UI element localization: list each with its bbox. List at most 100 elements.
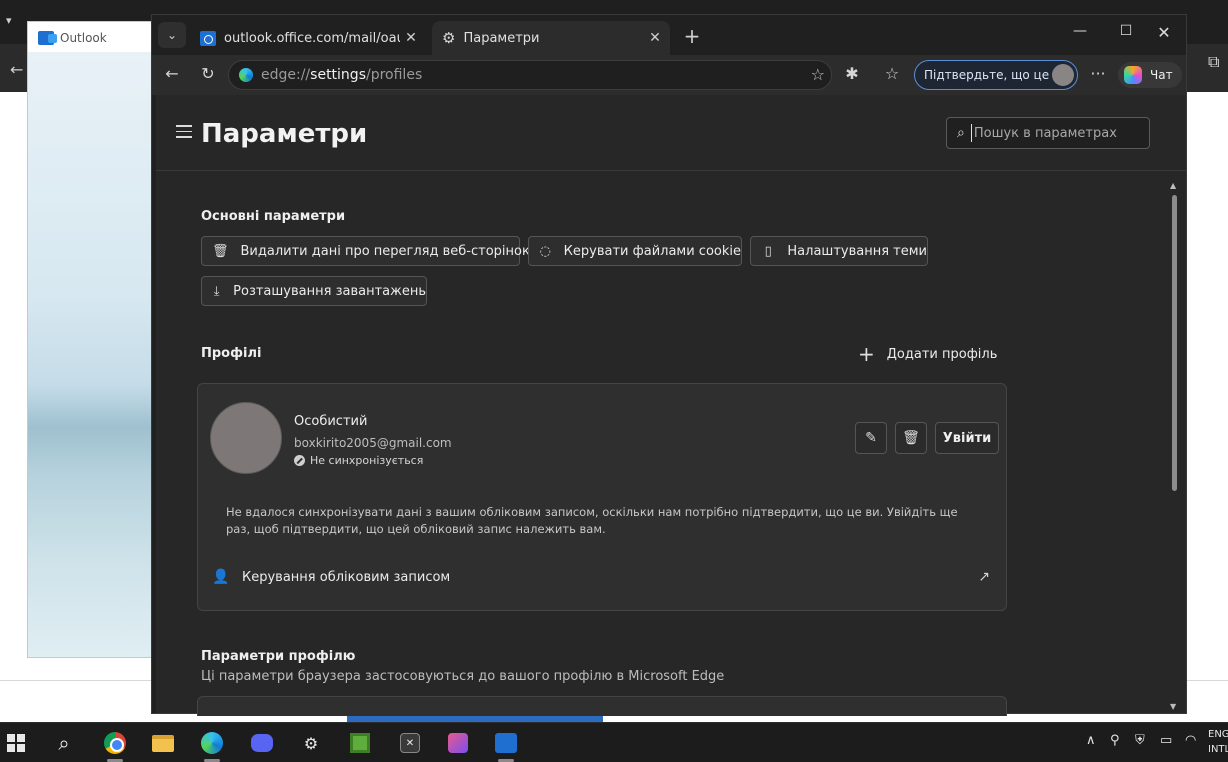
scrollbar[interactable]: ▲ ▼ [1170, 181, 1180, 711]
tab-outlook[interactable]: outlook.office.com/mail/oauthRedirect ✕ [190, 21, 426, 55]
verify-identity-button[interactable]: Підтвердьте, що це ви [914, 60, 1078, 90]
tray-chevron-up-icon[interactable]: ∧ [1086, 733, 1096, 748]
download-icon: ⤓ [213, 283, 220, 299]
verify-identity-label: Підтвердьте, що це ви [924, 68, 1068, 82]
favorite-star-icon[interactable]: ☆ [811, 65, 825, 84]
url-host: settings [310, 67, 366, 83]
address-bar[interactable]: edge:// settings /profiles ☆ [228, 60, 832, 90]
add-profile-button[interactable]: + Додати профіль [858, 342, 998, 366]
tab-title: Параметри [463, 30, 540, 46]
minimize-icon[interactable]: — [1068, 23, 1092, 39]
taskbar-outlook[interactable] [492, 729, 520, 757]
search-icon: ⌕ [957, 125, 965, 141]
snipping-tool-icon [448, 733, 468, 753]
settings-search-input[interactable]: ⌕ Пошук в параметрах [946, 117, 1150, 149]
edge-logo-icon [239, 68, 253, 82]
new-tab-plus-icon[interactable]: + [680, 24, 704, 48]
more-options-icon[interactable]: ··· [1086, 64, 1110, 83]
pencil-icon: ✎ [865, 430, 877, 446]
download-location-button[interactable]: ⤓ Розташування завантажень [201, 276, 427, 306]
tab-actions-chevron-icon[interactable]: ⌄ [158, 22, 186, 48]
xbox-icon: ✕ [400, 733, 420, 753]
scroll-up-arrow-icon[interactable]: ▲ [1170, 181, 1176, 190]
extensions-puzzle-icon[interactable]: ✱ [840, 64, 864, 83]
section-title-profiles: Профілі [201, 346, 262, 361]
outlook-icon [200, 30, 216, 46]
taskbar-minecraft[interactable] [346, 729, 374, 757]
settings-page: Параметри ⌕ Пошук в параметрах ▲ ▼ Основ… [156, 95, 1186, 716]
add-profile-label: Додати профіль [886, 346, 998, 362]
close-icon[interactable]: ✕ [644, 30, 666, 46]
sync-status: Не синхронізується [294, 454, 423, 467]
language-indicator[interactable]: ENG INTL [1208, 727, 1228, 757]
copilot-label: Чат [1150, 68, 1173, 82]
back-arrow-icon[interactable]: ← [160, 64, 184, 83]
taskbar-settings[interactable]: ⚙ [297, 729, 325, 757]
network-icon[interactable]: ▭ [1160, 733, 1172, 748]
keyboard-layout: INTL [1208, 744, 1228, 755]
tab-settings[interactable]: ⚙ Параметри ✕ [432, 21, 670, 55]
security-shield-icon[interactable]: ⛨ [1135, 733, 1145, 748]
taskbar-snipping-tool[interactable] [444, 729, 472, 757]
outlook-window-title: Outlook [38, 31, 107, 45]
chevron-down-icon[interactable]: ▾ [6, 14, 24, 32]
avatar [210, 402, 282, 474]
manage-account-label: Керування обліковим записом [242, 570, 451, 585]
wifi-icon[interactable]: ◠ [1185, 733, 1196, 748]
edge-icon [201, 732, 223, 754]
manage-cookies-button[interactable]: ◌ Керувати файлами cookie [528, 236, 742, 266]
discord-icon [251, 734, 273, 752]
external-link-icon: ↗ [978, 569, 990, 585]
refresh-icon[interactable]: ↻ [196, 64, 220, 83]
taskbar: ⌕ ⚙ ✕ ∧ ⚲ ⛨ ▭ ◠ ENG INTL [0, 722, 1228, 762]
chip-label: Керувати файлами cookie [563, 243, 741, 259]
outlook-splash-image [28, 52, 156, 657]
plus-icon: + [858, 342, 875, 366]
maximize-icon[interactable]: ☐ [1114, 23, 1138, 39]
search-icon[interactable]: ⌕ [50, 729, 78, 757]
copilot-chat-button[interactable]: Чат [1118, 62, 1182, 88]
sign-in-button[interactable]: Увійти [935, 422, 999, 454]
section-title-basic: Основні параметри [201, 209, 346, 224]
tab-title: outlook.office.com/mail/oauthRedirect [224, 30, 400, 46]
search-placeholder: Пошук в параметрах [973, 125, 1117, 141]
chip-label: Видалити дані про перегляд веб-сторінок [240, 243, 530, 259]
back-arrow-icon[interactable]: ← [10, 60, 23, 79]
folder-icon [152, 734, 174, 752]
taskbar-xbox[interactable]: ✕ [396, 729, 424, 757]
profile-card: Особистий boxkirito2005@gmail.com Не син… [197, 383, 1007, 611]
url-scheme: edge:// [261, 67, 311, 83]
scrollbar-thumb[interactable] [1172, 195, 1177, 491]
extensions-icon[interactable]: ⧉ [1208, 52, 1228, 82]
taskbar-file-explorer[interactable] [149, 729, 177, 757]
manage-account-row[interactable]: 👤 Керування обліковим записом ↗ [198, 556, 1006, 602]
section-title-profile-settings: Параметри профілю [201, 649, 356, 664]
window-close-icon[interactable]: ✕ [1152, 23, 1176, 42]
favorites-icon[interactable]: ☆ [880, 64, 904, 83]
page-title: Параметри [201, 119, 368, 149]
taskbar-discord[interactable] [248, 729, 276, 757]
close-icon[interactable]: ✕ [400, 30, 422, 46]
profile-settings-card [197, 696, 1007, 716]
menu-hamburger-icon[interactable] [176, 125, 192, 138]
start-button[interactable] [2, 729, 30, 757]
outlook-icon [495, 733, 517, 753]
copilot-icon [1124, 66, 1142, 84]
theme-settings-button[interactable]: ▯ Налаштування теми [750, 236, 928, 266]
person-icon: 👤 [212, 569, 230, 585]
delete-profile-button[interactable]: 🗑 [895, 422, 927, 454]
tab-bar: ⌄ outlook.office.com/mail/oauthRedirect … [152, 15, 1186, 55]
clear-browsing-data-button[interactable]: 🗑 Видалити дані про перегляд веб-сторіно… [201, 236, 530, 266]
chrome-icon [104, 732, 126, 754]
edit-profile-button[interactable]: ✎ [855, 422, 887, 454]
scroll-down-arrow-icon[interactable]: ▼ [1170, 702, 1176, 711]
outlook-window[interactable]: Outlook [27, 21, 157, 658]
trash-icon: 🗑 [902, 430, 920, 446]
tray-app-icon[interactable]: ⚲ [1110, 733, 1120, 748]
browser-toolbar: ← ↻ edge:// settings /profiles ☆ ✱ ☆ Під… [152, 55, 1186, 95]
sync-error-message: Не вдалося синхронізувати дані з вашим о… [226, 505, 958, 536]
taskbar-edge[interactable] [198, 729, 226, 757]
section-subtitle: Ці параметри браузера застосовуються до … [201, 669, 725, 684]
chip-label: Розташування завантажень [233, 283, 426, 299]
taskbar-chrome[interactable] [101, 729, 129, 757]
